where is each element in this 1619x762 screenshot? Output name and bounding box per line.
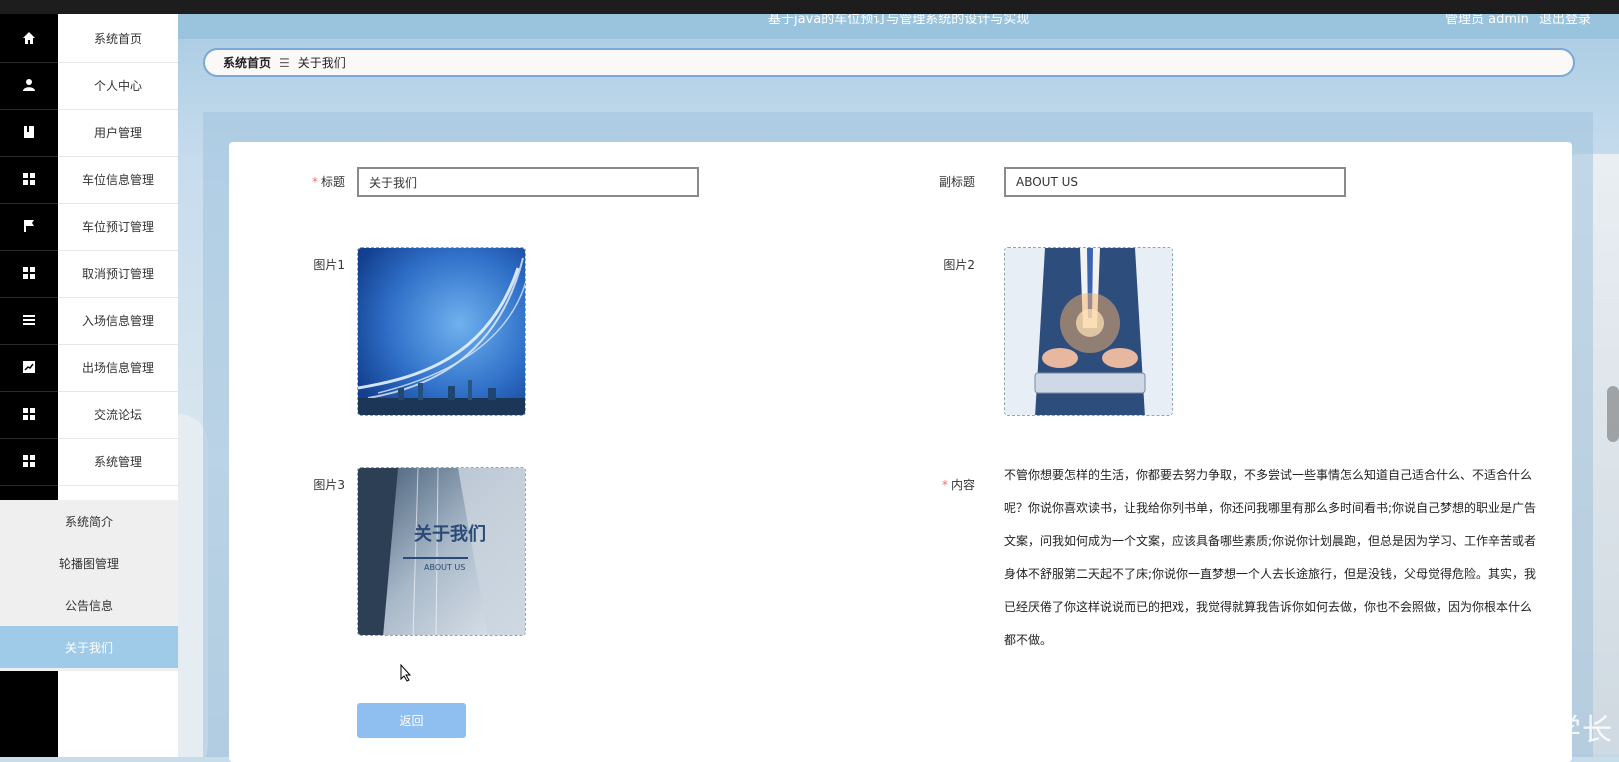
system-submenu: 系统简介 轮播图管理 公告信息 关于我们 <box>0 500 178 671</box>
back-button[interactable]: 返回 <box>357 703 466 738</box>
sidebar-item-entry-info[interactable]: 入场信息管理 <box>58 296 178 345</box>
sidebar-icon-grid[interactable] <box>0 437 58 486</box>
home-icon <box>23 32 35 44</box>
image2-preview[interactable] <box>1004 247 1173 416</box>
grid-icon <box>23 267 35 279</box>
grid-icon <box>23 408 35 420</box>
city-skyline-image <box>358 248 525 415</box>
image3-preview[interactable]: 关于我们 ABOUT US <box>357 467 526 636</box>
window-top-bar <box>0 0 1619 14</box>
sidebar-icon-grid[interactable] <box>0 390 58 439</box>
book-icon <box>24 126 34 138</box>
submenu-item-announcements[interactable]: 公告信息 <box>0 584 178 626</box>
sidebar-icon-book[interactable] <box>0 108 58 157</box>
sidebar-icon-chart[interactable] <box>0 343 58 392</box>
flag-icon <box>24 220 34 232</box>
sidebar-item-forum[interactable]: 交流论坛 <box>58 390 178 439</box>
content-text: 不管你想要怎样的生活，你都要去努力争取，不多尝试一些事情怎么知道自己适合什么、不… <box>1004 468 1537 647</box>
app-title: 基于java的车位预订与管理系统的设计与实现 <box>768 14 1030 27</box>
about-us-building-image: 关于我们 ABOUT US <box>358 468 525 635</box>
sidebar-icon-grid[interactable] <box>0 155 58 204</box>
sidebar-item-profile[interactable]: 个人中心 <box>58 61 178 110</box>
scrollbar-thumb[interactable] <box>1607 386 1619 442</box>
sidebar-item-home[interactable]: 系统首页 <box>58 14 178 63</box>
title-label: * 标题 <box>311 175 345 189</box>
breadcrumb: 系统首页 ☰ 关于我们 <box>203 48 1575 77</box>
content-label: * 内容 <box>941 478 975 492</box>
submenu-item-about-us[interactable]: 关于我们 <box>0 626 178 668</box>
subtitle-label: 副标题 <box>938 175 975 189</box>
form-card: * 标题 关于我们 副标题 ABOUT US 图片1 图片2 图片3 关于我们 … <box>229 142 1572 762</box>
sidebar-icon-grid[interactable] <box>0 249 58 298</box>
sidebar-item-reservations[interactable]: 车位预订管理 <box>58 202 178 251</box>
subtitle-input[interactable]: ABOUT US <box>1004 167 1346 197</box>
sidebar-item-users[interactable]: 用户管理 <box>58 108 178 157</box>
grid-icon <box>23 173 35 185</box>
breadcrumb-current: 关于我们 <box>297 56 346 70</box>
current-user: 管理员 admin <box>1444 14 1529 27</box>
breadcrumb-home[interactable]: 系统首页 <box>223 54 271 71</box>
businessman-tablet-image <box>1005 248 1172 415</box>
sidebar-item-parking-info[interactable]: 车位信息管理 <box>58 155 178 204</box>
image3-overlay-subtext: ABOUT US <box>424 563 465 572</box>
grid-icon <box>23 455 35 467</box>
sidebar-item-system[interactable]: 系统管理 <box>58 437 178 486</box>
image1-preview[interactable] <box>357 247 526 416</box>
sidebar-icon-flag[interactable] <box>0 202 58 251</box>
mouse-cursor-icon <box>400 664 412 682</box>
chart-icon <box>23 361 35 373</box>
logout-link[interactable]: 退出登录 <box>1539 14 1591 27</box>
breadcrumb-separator: ☰ <box>279 55 290 70</box>
sidebar-item-cancellations[interactable]: 取消预订管理 <box>58 249 178 298</box>
submenu-item-intro[interactable]: 系统简介 <box>0 500 178 542</box>
image1-label: 图片1 <box>313 258 345 272</box>
user-icon <box>23 79 35 91</box>
watermark: CSDN @小光学长 <box>1357 713 1613 748</box>
sidebar-icon-home[interactable] <box>0 14 58 63</box>
list-icon <box>23 315 35 325</box>
title-input[interactable]: 关于我们 <box>357 167 699 197</box>
sidebar-icon-user[interactable] <box>0 61 58 110</box>
image3-overlay-text: 关于我们 <box>414 523 486 545</box>
image3-label: 图片3 <box>313 478 345 492</box>
app-header: 基于java的车位预订与管理系统的设计与实现 管理员 admin 退出登录 <box>178 14 1619 39</box>
submenu-item-carousel[interactable]: 轮播图管理 <box>0 542 178 584</box>
image2-label: 图片2 <box>943 258 975 272</box>
sidebar-icon-list[interactable] <box>0 296 58 345</box>
sidebar-item-exit-info[interactable]: 出场信息管理 <box>58 343 178 392</box>
